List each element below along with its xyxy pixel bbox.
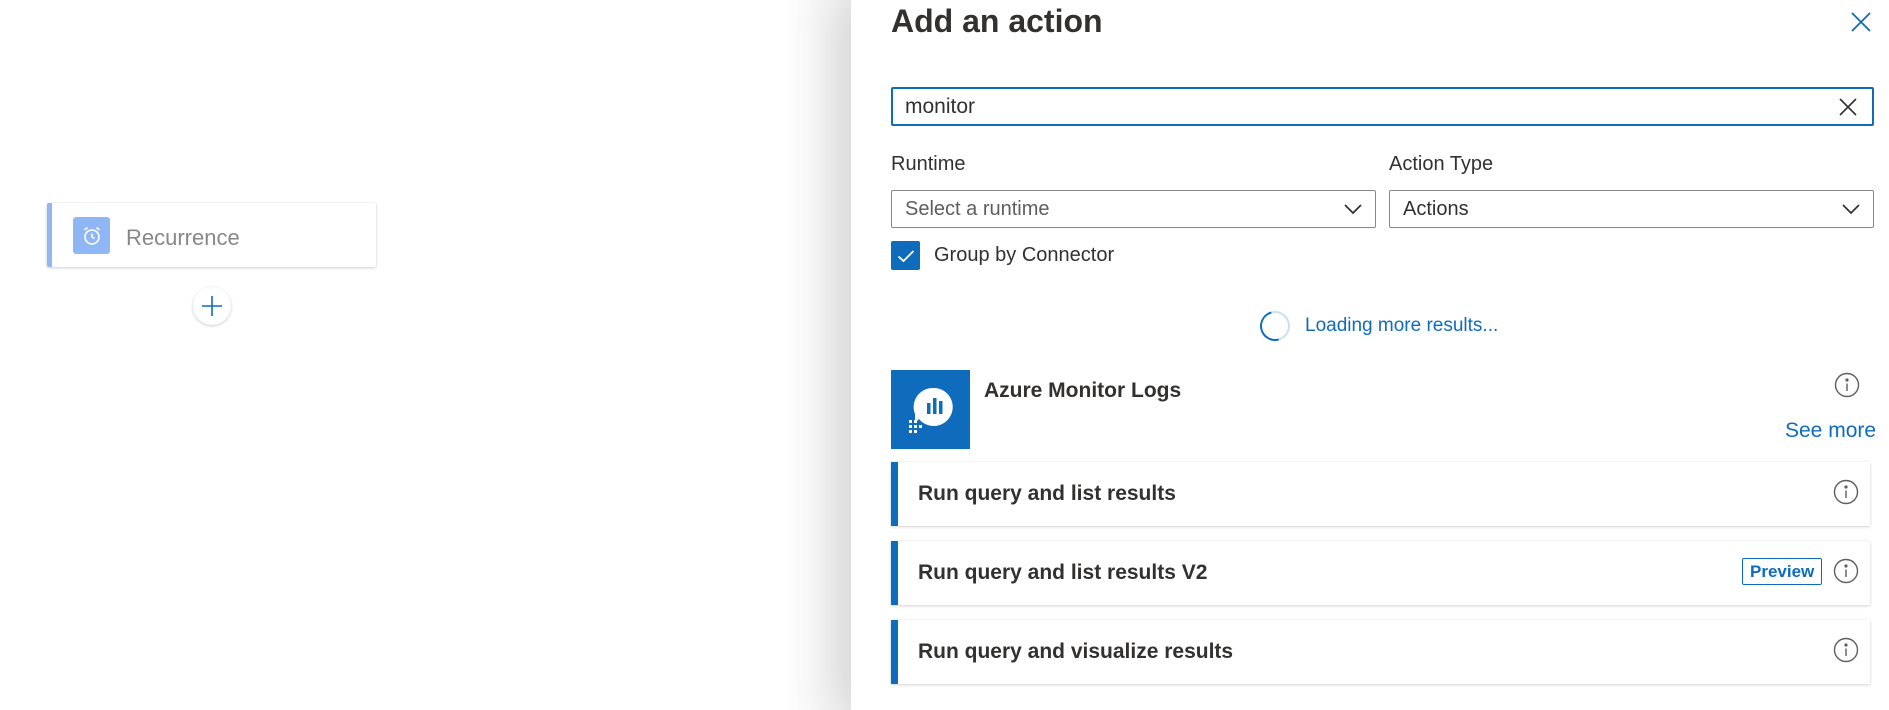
- add-action-panel: Add an action Runtime Select a runtime A…: [851, 0, 1889, 710]
- clear-icon: [1839, 98, 1857, 116]
- chevron-down-icon: [1344, 204, 1362, 215]
- action-info-button[interactable]: [1833, 479, 1859, 505]
- close-button[interactable]: [1847, 8, 1875, 36]
- action-label: Run query and list results V2: [918, 561, 1208, 584]
- plus-icon: [202, 296, 222, 316]
- designer-canvas: Recurrence: [0, 0, 851, 710]
- loading-indicator: Loading more results...: [1254, 305, 1499, 347]
- panel-title: Add an action: [891, 3, 1103, 39]
- group-by-connector-checkbox[interactable]: Group by Connector: [891, 241, 1114, 270]
- add-step-button[interactable]: [193, 287, 231, 325]
- action-info-button[interactable]: [1833, 558, 1859, 584]
- action-item-run-query-list-results-v2[interactable]: Run query and list results V2 Preview: [891, 541, 1870, 605]
- recurrence-trigger-card[interactable]: Recurrence: [47, 203, 376, 267]
- panel-shadow: [780, 0, 851, 710]
- connector-info-button[interactable]: [1834, 372, 1860, 398]
- action-accent-bar: [891, 462, 898, 526]
- action-accent-bar: [891, 620, 898, 684]
- action-item-run-query-visualize-results[interactable]: Run query and visualize results: [891, 620, 1870, 684]
- action-type-selected-value: Actions: [1403, 197, 1469, 220]
- action-label: Run query and visualize results: [918, 640, 1234, 663]
- action-label: Run query and list results: [918, 482, 1176, 505]
- info-icon: [1833, 558, 1859, 584]
- group-by-connector-label: Group by Connector: [934, 244, 1115, 266]
- search-input[interactable]: [905, 94, 1805, 119]
- chevron-down-icon: [1842, 204, 1860, 215]
- azure-monitor-logs-icon: [891, 370, 970, 449]
- action-type-dropdown[interactable]: Actions: [1389, 190, 1874, 228]
- info-icon: [1833, 479, 1859, 505]
- runtime-dropdown[interactable]: Select a runtime: [891, 190, 1376, 228]
- loading-text: Loading more results...: [1305, 315, 1499, 336]
- action-type-label: Action Type: [1389, 153, 1494, 175]
- action-accent-bar: [891, 541, 898, 605]
- runtime-selected-value: Select a runtime: [905, 197, 1050, 220]
- connector-name: Azure Monitor Logs: [984, 379, 1182, 402]
- checkbox-checked[interactable]: [891, 241, 920, 270]
- close-icon: [1851, 12, 1871, 32]
- info-icon: [1833, 637, 1859, 663]
- action-info-button[interactable]: [1833, 637, 1859, 663]
- search-box[interactable]: [891, 87, 1874, 126]
- runtime-label: Runtime: [891, 153, 966, 175]
- trigger-accent-bar: [47, 203, 52, 267]
- preview-badge: Preview: [1742, 558, 1823, 585]
- action-item-run-query-list-results[interactable]: Run query and list results: [891, 462, 1870, 526]
- info-icon: [1834, 372, 1860, 398]
- search-clear-button[interactable]: [1836, 95, 1860, 119]
- spinner-icon: [1254, 305, 1296, 347]
- trigger-label: Recurrence: [126, 225, 240, 250]
- see-more-link[interactable]: See more: [1785, 419, 1876, 443]
- alarm-clock-icon: [73, 217, 110, 254]
- checkmark-icon: [897, 249, 914, 262]
